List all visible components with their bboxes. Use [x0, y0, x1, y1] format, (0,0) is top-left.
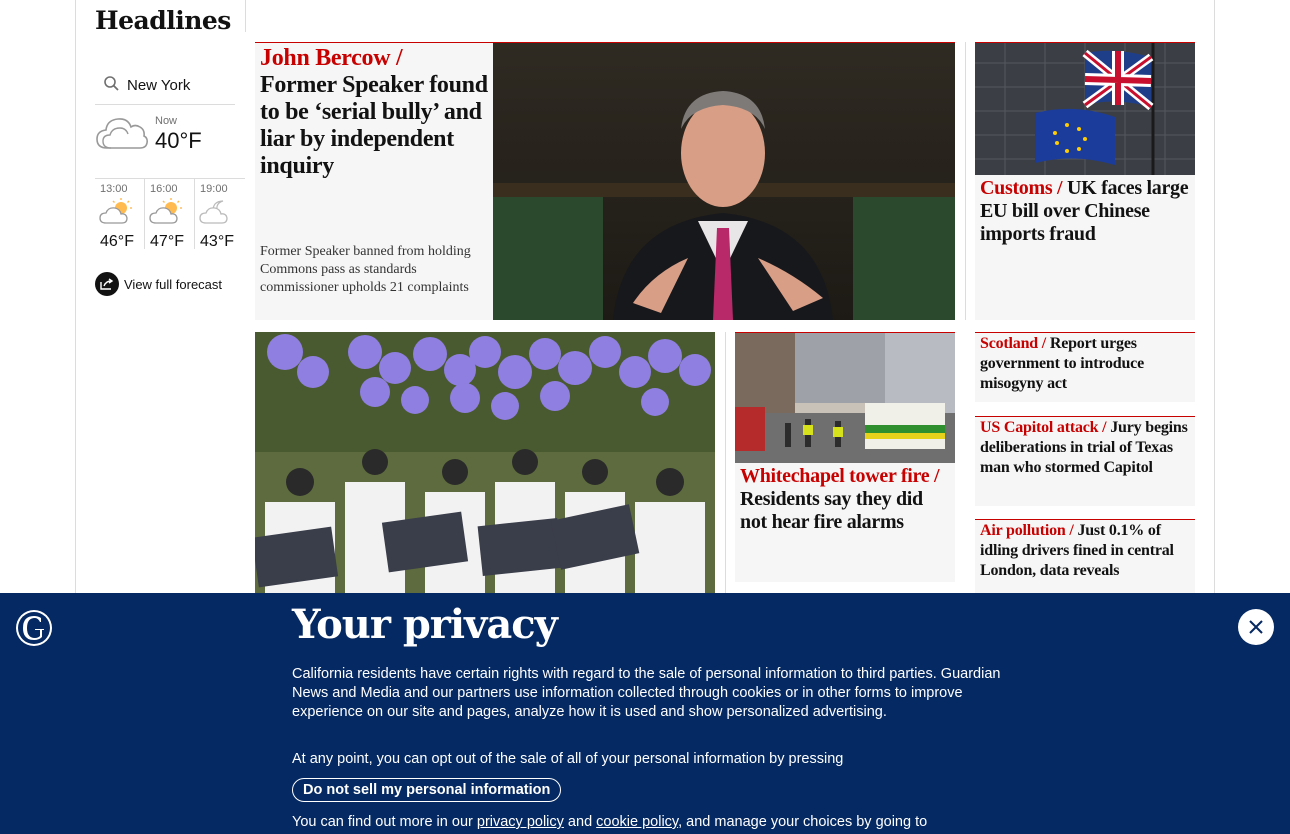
- kicker: Air pollution /: [980, 522, 1074, 539]
- weather-location: New York: [127, 76, 191, 94]
- divider: [245, 0, 246, 32]
- weather-hour-time: 19:00: [200, 183, 228, 195]
- cloud-icon: [96, 118, 148, 149]
- kicker: Whitechapel tower fire /: [740, 465, 940, 487]
- headline[interactable]: John Bercow / Former Speaker found to be…: [260, 45, 488, 180]
- story-photo[interactable]: [735, 333, 955, 463]
- headline-text: Former Speaker found to be ‘serial bully…: [260, 72, 488, 179]
- kicker: Customs /: [980, 177, 1063, 199]
- close-icon: [1249, 620, 1263, 634]
- section-title: Headlines: [95, 6, 231, 35]
- weather-now-temp: 40°F: [155, 128, 202, 153]
- story-photo[interactable]: [493, 43, 955, 320]
- privacy-title: Your privacy: [292, 601, 558, 648]
- privacy-text: You can find out more in our: [292, 814, 477, 830]
- headline[interactable]: Scotland / Report urges government to in…: [975, 333, 1195, 394]
- forecast-link-label: View full forecast: [124, 276, 223, 292]
- weather-hour-temp: 43°F: [200, 233, 234, 250]
- story-photo[interactable]: [255, 332, 715, 594]
- kicker: US Capitol attack /: [980, 419, 1107, 436]
- story-card-main[interactable]: John Bercow / Former Speaker found to be…: [255, 42, 955, 320]
- story-card-scotland[interactable]: Scotland / Report urges government to in…: [975, 332, 1195, 402]
- column-divider: [725, 332, 726, 594]
- do-not-sell-button[interactable]: Do not sell my personal information: [292, 778, 562, 802]
- weather-hour: 16:00 47°F: [145, 179, 196, 250]
- weather-hourly: 13:00 46°F 16:00 47°F 19:00 43°F: [95, 178, 245, 250]
- weather-hour-time: 16:00: [150, 183, 178, 195]
- external-link-icon: [95, 272, 119, 296]
- story-card-photo[interactable]: [255, 332, 715, 594]
- standfirst: Former Speaker banned from holding Commo…: [260, 244, 471, 295]
- headline[interactable]: US Capitol attack / Jury begins delibera…: [975, 417, 1195, 478]
- weather-hour: 19:00 43°F: [195, 179, 245, 250]
- weather-hour-temp: 46°F: [100, 233, 134, 250]
- story-card-air-pollution[interactable]: Air pollution / Just 0.1% of idling driv…: [975, 519, 1195, 599]
- privacy-banner: Your privacy California residents have c…: [0, 593, 1290, 834]
- story-card-capitol[interactable]: US Capitol attack / Jury begins delibera…: [975, 416, 1195, 506]
- privacy-paragraph: At any point, you can opt out of the sal…: [292, 751, 844, 767]
- weather-now: Now 40°F: [95, 108, 235, 174]
- privacy-policy-link[interactable]: privacy policy: [477, 814, 564, 830]
- cookie-policy-link[interactable]: cookie policy: [596, 814, 678, 830]
- kicker: John Bercow /: [260, 45, 403, 71]
- story-card-whitechapel[interactable]: Whitechapel tower fire / Residents say t…: [735, 332, 955, 582]
- partly-sunny-icon: [99, 198, 132, 224]
- search-icon: [104, 76, 119, 91]
- story-card-customs[interactable]: Customs / UK faces large EU bill over Ch…: [975, 42, 1195, 320]
- guardian-logo-icon: [16, 610, 52, 646]
- headline-text: Residents say they did not hear fire ala…: [740, 488, 923, 533]
- column-divider: [965, 42, 966, 320]
- privacy-text: and: [563, 814, 597, 830]
- privacy-paragraph: You can find out more in our privacy pol…: [292, 813, 1012, 832]
- weather-hour: 13:00 46°F: [95, 179, 146, 250]
- kicker: Scotland /: [980, 335, 1047, 352]
- view-full-forecast-link[interactable]: View full forecast: [95, 272, 222, 296]
- headline[interactable]: Customs / UK faces large EU bill over Ch…: [980, 177, 1192, 246]
- weather-now-label: Now: [155, 115, 178, 127]
- moon-cloud-icon: [199, 200, 228, 224]
- weather-location-search[interactable]: New York: [95, 66, 235, 105]
- partly-sunny-icon: [149, 198, 183, 224]
- privacy-text: , and manage your choices by going to: [678, 814, 928, 830]
- headline[interactable]: Whitechapel tower fire / Residents say t…: [740, 465, 952, 534]
- headline[interactable]: Air pollution / Just 0.1% of idling driv…: [975, 520, 1195, 581]
- weather-hour-temp: 47°F: [150, 233, 184, 250]
- privacy-paragraph: California residents have certain rights…: [292, 666, 1001, 720]
- close-button[interactable]: [1238, 609, 1274, 645]
- story-photo[interactable]: [975, 43, 1195, 175]
- weather-hour-time: 13:00: [100, 183, 128, 195]
